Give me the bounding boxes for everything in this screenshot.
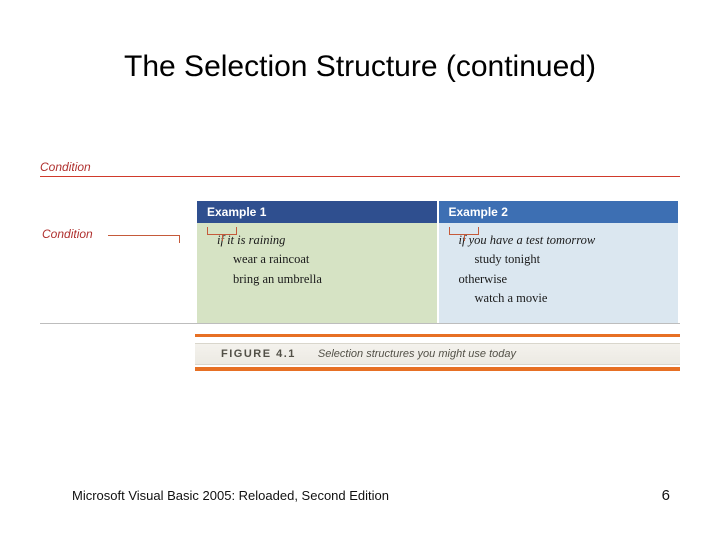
figure-4-1: Condition Example 1 Example 2 Condition … <box>40 160 680 371</box>
slide-footer: Microsoft Visual Basic 2005: Reloaded, S… <box>72 487 670 504</box>
figure-caption-bar: FIGURE 4.1 Selection structures you migh… <box>195 343 680 365</box>
figure-caption: Selection structures you might use today <box>318 348 516 360</box>
ex1-if-line: if it is raining <box>217 231 427 250</box>
example-body-row: Condition if it is raining wear a rainco… <box>40 223 680 324</box>
example-header-row: Example 1 Example 2 <box>40 201 680 223</box>
example-1-header: Example 1 <box>195 201 439 223</box>
orange-rule-top <box>195 334 680 337</box>
callout-leader <box>108 235 180 243</box>
ex2-if-line: if you have a test tomorrow <box>459 231 669 250</box>
example-1-panel: if it is raining wear a raincoat bring a… <box>195 223 437 323</box>
red-rule <box>40 176 680 177</box>
footer-text: Microsoft Visual Basic 2005: Reloaded, S… <box>72 488 389 503</box>
ex2-line-3: otherwise <box>459 270 669 289</box>
ex1-line-3: bring an umbrella <box>217 270 427 289</box>
bracket-icon <box>207 227 237 235</box>
ex2-line-4: watch a movie <box>459 289 669 308</box>
example-2-header: Example 2 <box>439 201 681 223</box>
condition-label-top: Condition <box>40 160 680 176</box>
page-number: 6 <box>662 487 670 504</box>
figure-label: FIGURE 4.1 <box>221 348 296 360</box>
ex2-line-2: study tonight <box>459 250 669 269</box>
bracket-icon <box>449 227 479 235</box>
ex1-line-2: wear a raincoat <box>217 250 427 269</box>
example-2-panel: if you have a test tomorrow study tonigh… <box>437 223 681 323</box>
orange-rule-bottom <box>195 367 680 371</box>
page-title: The Selection Structure (continued) <box>0 50 720 84</box>
